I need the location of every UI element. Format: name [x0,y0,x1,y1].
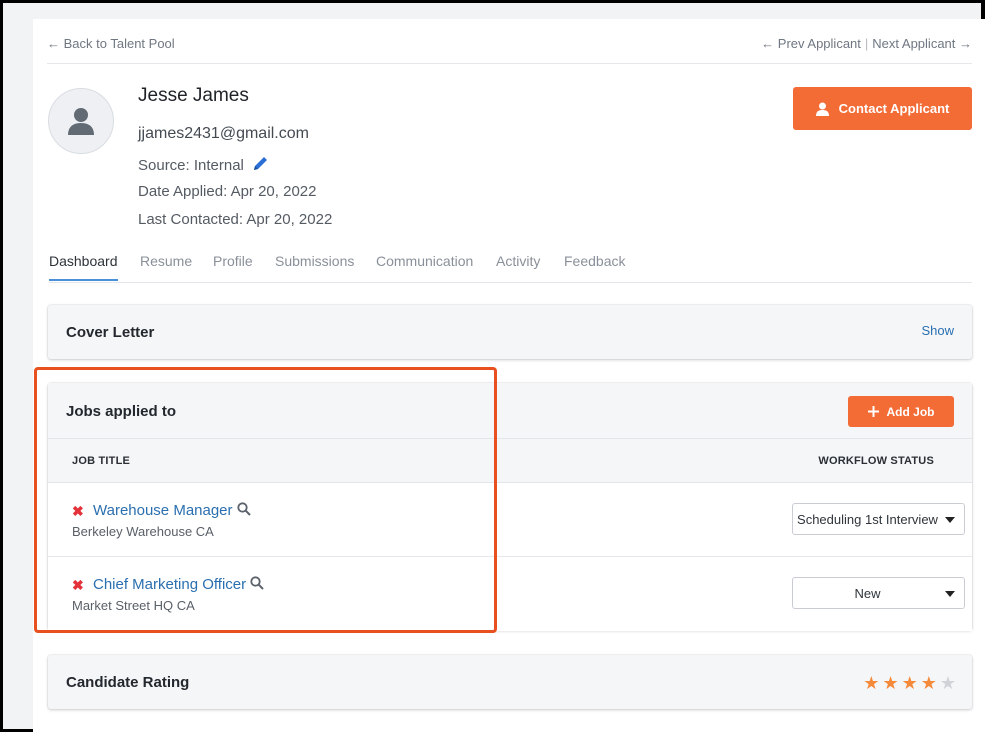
user-icon [68,108,94,135]
add-job-label: Add Job [886,404,935,419]
avatar [48,88,114,154]
jobs-applied-card: Jobs applied to Add Job JOB TITLE WORKFL… [48,383,972,631]
table-row: ✖ Warehouse Manager Berkeley Warehouse C… [48,483,972,557]
cover-letter-card: Cover Letter Show [48,305,972,359]
workflow-status-value: New [854,586,881,601]
top-navigation: ← Back to Talent Pool ← Prev Applicant | N… [47,36,972,52]
column-job-title: JOB TITLE [72,455,131,467]
magnifier-icon[interactable] [250,576,264,590]
back-to-talent-pool-link[interactable]: ← Back to Talent Pool [47,36,175,51]
jobs-table-header: JOB TITLE WORKFLOW STATUS [48,439,972,483]
tab-activity[interactable]: Activity [496,253,540,279]
user-icon [815,102,829,116]
tab-resume[interactable]: Resume [140,253,192,279]
job-title-text: Chief Marketing Officer [93,576,247,593]
cover-letter-show-link[interactable]: Show [921,323,954,338]
remove-x-icon[interactable]: ✖ [72,503,84,520]
star-icon[interactable]: ★ [921,674,937,692]
caret-down-icon [945,517,955,523]
job-location: Berkeley Warehouse CA [72,524,214,539]
star-icon[interactable]: ★ [882,674,898,692]
tab-bar: Dashboard Resume Profile Submissions Com… [49,253,972,283]
magnifier-icon[interactable] [236,502,251,516]
job-location: Market Street HQ CA [72,598,195,613]
tab-communication[interactable]: Communication [376,253,473,279]
star-icon[interactable]: ★ [863,674,879,692]
source-text: Source: Internal [138,157,244,174]
workflow-status-select[interactable]: Scheduling 1st Interview [792,503,965,535]
applicant-page: ← Back to Talent Pool ← Prev Applicant | N… [33,19,985,732]
job-title-text: Warehouse Manager [93,502,233,519]
jobs-card-header: Jobs applied to Add Job [48,383,972,439]
contact-applicant-button[interactable]: Contact Applicant [793,87,972,130]
last-contacted: Last Contacted: Apr 20, 2022 [138,211,333,228]
tab-profile[interactable]: Profile [213,253,253,279]
star-icon[interactable]: ★ [940,674,956,692]
applicant-name: Jesse James [138,85,249,106]
next-applicant-link[interactable]: Next Applicant → [872,36,972,51]
contact-applicant-label: Contact Applicant [838,101,950,116]
column-workflow-status: WORKFLOW STATUS [818,455,934,467]
candidate-rating-title: Candidate Rating [66,674,190,691]
workflow-status-select[interactable]: New [792,577,965,609]
applicant-email: jjames2431@gmail.com [138,125,309,142]
candidate-rating-card: Candidate Rating ★ ★ ★ ★ ★ [48,655,972,709]
tab-feedback[interactable]: Feedback [564,253,625,279]
add-job-button[interactable]: Add Job [848,396,954,427]
tab-submissions[interactable]: Submissions [275,253,354,279]
table-row: ✖ Chief Marketing Officer Market Street … [48,557,972,631]
applicant-source: Source: Internal [138,155,269,174]
applicant-pager: ← Prev Applicant | Next Applicant → [761,36,972,51]
remove-x-icon[interactable]: ✖ [72,577,84,594]
pager-separator: | [864,36,869,51]
date-applied: Date Applied: Apr 20, 2022 [138,183,317,200]
job-title-link[interactable]: Chief Marketing Officer [93,576,264,593]
prev-applicant-link[interactable]: ← Prev Applicant [761,36,861,51]
divider [47,63,972,64]
jobs-applied-title: Jobs applied to [66,403,177,420]
star-icon[interactable]: ★ [902,674,918,692]
plus-icon [867,406,879,417]
cover-letter-title: Cover Letter [66,324,155,341]
star-rating[interactable]: ★ ★ ★ ★ ★ [863,674,956,692]
caret-down-icon [945,591,955,597]
pencil-icon[interactable] [252,155,269,172]
job-title-link[interactable]: Warehouse Manager [93,502,251,519]
screenshot-frame: ← Back to Talent Pool ← Prev Applicant | N… [0,0,985,732]
workflow-status-value: Scheduling 1st Interview [797,512,938,527]
tab-dashboard[interactable]: Dashboard [49,253,118,281]
